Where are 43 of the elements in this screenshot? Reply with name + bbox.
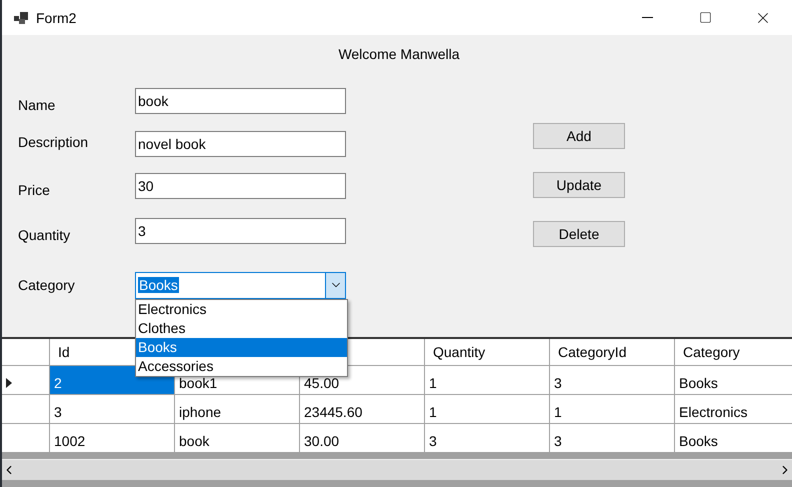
current-row-icon	[6, 378, 12, 388]
row-header[interactable]	[2, 366, 50, 395]
action-button[interactable]: Delete	[533, 221, 625, 247]
text-field[interactable]: 30	[135, 173, 346, 199]
field-label: Name	[18, 97, 56, 113]
action-button[interactable]: Add	[533, 123, 625, 149]
dropdown-option[interactable]: Accessories	[136, 356, 347, 376]
table-cell: 3	[425, 424, 550, 453]
table-cell: Books	[675, 366, 792, 395]
field-label: Price	[18, 182, 51, 198]
table-cell: Books	[675, 424, 792, 453]
table-cell: 30.00	[300, 424, 425, 453]
column-header[interactable]: Quantity	[425, 339, 550, 366]
table-cell: Electronics	[675, 395, 792, 424]
table-cell: 1	[425, 395, 550, 424]
field-label: Category	[18, 277, 76, 293]
minimize-icon	[642, 17, 652, 18]
field-label: Description	[18, 134, 90, 150]
column-header[interactable]: CategoryId	[550, 339, 675, 366]
table-cell: 23445.60	[300, 395, 425, 424]
window-title: Form2	[36, 10, 76, 26]
horizontal-scrollbar[interactable]	[2, 459, 792, 480]
dropdown-option[interactable]: Books	[136, 338, 347, 356]
app-icon	[14, 12, 28, 24]
table-cell: 3	[550, 424, 675, 453]
text-field[interactable]: book	[135, 88, 346, 114]
action-button[interactable]: Update	[533, 172, 625, 198]
dropdown-button[interactable]	[325, 272, 345, 298]
table-cell: iphone	[175, 395, 300, 424]
table-cell: 3	[550, 366, 675, 395]
maximize-icon	[698, 11, 712, 24]
welcome-text: Welcome Manwella	[338, 46, 460, 62]
dropdown-option[interactable]: Clothes	[136, 318, 347, 338]
column-header[interactable]: Category	[675, 339, 792, 366]
table-cell: 1	[425, 366, 550, 395]
table-cell: 1002	[50, 424, 175, 453]
table-cell: 1	[550, 395, 675, 424]
table-cell: 3	[50, 395, 175, 424]
text-field[interactable]: 3	[135, 218, 346, 244]
text-field[interactable]: novel book	[135, 131, 346, 157]
dropdown-option[interactable]: Electronics	[136, 300, 347, 318]
field-label: Quantity	[18, 227, 72, 243]
table-cell: book	[175, 424, 300, 453]
